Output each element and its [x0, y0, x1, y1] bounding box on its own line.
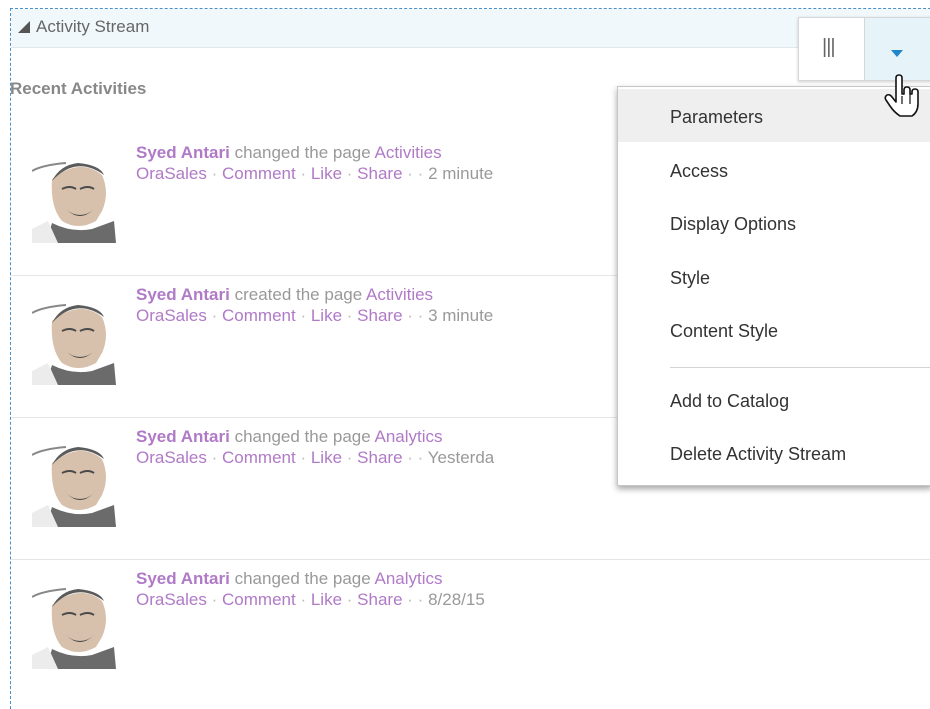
actions-dropdown-button[interactable] [865, 18, 930, 80]
activity-summary: Syed Antari changed the page Analytics [136, 427, 443, 447]
app-link[interactable]: OraSales [136, 448, 207, 467]
activity-time: 3 minute [428, 306, 494, 325]
share-link[interactable]: Share [357, 448, 402, 467]
menu-item-display-options[interactable]: Display Options [618, 196, 930, 249]
activity-item: Syed Antari changed the page Analytics O… [11, 559, 930, 701]
share-link[interactable]: Share [357, 306, 402, 325]
region-actions-menu: Parameters Access Display Options Style … [617, 86, 930, 486]
app-link[interactable]: OraSales [136, 306, 207, 325]
activity-action: changed the page [234, 427, 371, 446]
columns-icon: ||| [822, 36, 836, 58]
separator: · [211, 164, 218, 183]
activity-meta: OraSales · Comment · Like · Share · · 2 … [136, 164, 493, 184]
activity-target-link[interactable]: Activities [375, 143, 442, 162]
separator: · [300, 306, 307, 325]
menu-item-style[interactable]: Style [618, 250, 930, 303]
author-link[interactable]: Syed Antari [136, 143, 230, 162]
separator: · [300, 164, 307, 183]
activity-summary: Syed Antari changed the page Analytics [136, 569, 443, 589]
separator: · [211, 448, 218, 467]
share-link[interactable]: Share [357, 164, 402, 183]
menu-item-delete-activity-stream[interactable]: Delete Activity Stream [618, 426, 930, 479]
menu-item-access[interactable]: Access [618, 143, 930, 196]
separator: · · [407, 164, 424, 183]
activity-summary: Syed Antari created the page Activities [136, 285, 433, 305]
avatar [32, 577, 116, 669]
separator: · [300, 448, 307, 467]
menu-item-label: Display Options [670, 214, 797, 234]
share-link[interactable]: Share [357, 590, 402, 609]
activity-time: 8/28/15 [428, 590, 485, 609]
separator: · · [407, 306, 424, 325]
activity-target-link[interactable]: Analytics [375, 427, 443, 446]
like-link[interactable]: Like [311, 306, 342, 325]
author-link[interactable]: Syed Antari [136, 569, 230, 588]
menu-item-add-to-catalog[interactable]: Add to Catalog [618, 373, 930, 426]
avatar [32, 293, 116, 385]
like-link[interactable]: Like [311, 590, 342, 609]
author-link[interactable]: Syed Antari [136, 427, 230, 446]
separator: · [346, 306, 353, 325]
separator: · · [407, 448, 424, 467]
activity-meta: OraSales · Comment · Like · Share · · 3 … [136, 306, 493, 326]
activity-target-link[interactable]: Analytics [375, 569, 443, 588]
comment-link[interactable]: Comment [222, 448, 296, 467]
section-title: Recent Activities [10, 79, 147, 98]
author-link[interactable]: Syed Antari [136, 285, 230, 304]
separator: · [346, 164, 353, 183]
avatar [32, 435, 116, 527]
separator: · [211, 306, 218, 325]
comment-link[interactable]: Comment [222, 164, 296, 183]
hand-cursor-icon [884, 74, 919, 117]
like-link[interactable]: Like [311, 164, 342, 183]
like-link[interactable]: Like [311, 448, 342, 467]
activity-time: Yesterda [427, 448, 495, 467]
menu-item-label: Style [670, 268, 711, 288]
activity-time: 2 minute [428, 164, 494, 183]
separator: · [300, 590, 307, 609]
comment-link[interactable]: Comment [222, 590, 296, 609]
app-link[interactable]: OraSales [136, 590, 207, 609]
avatar [32, 151, 116, 243]
menu-item-content-style[interactable]: Content Style [618, 303, 930, 356]
menu-divider [670, 367, 930, 368]
separator: · · [407, 590, 424, 609]
region-title: Activity Stream [36, 17, 150, 36]
menu-item-label: Access [670, 161, 729, 181]
columns-button[interactable]: ||| [799, 18, 865, 80]
activity-action: changed the page [234, 143, 371, 162]
menu-item-label: Content Style [670, 321, 779, 341]
menu-item-label: Delete Activity Stream [670, 444, 847, 464]
menu-item-label: Parameters [670, 107, 764, 127]
activity-meta: OraSales · Comment · Like · Share · · Ye… [136, 448, 494, 468]
activity-action: created the page [234, 285, 363, 304]
app-link[interactable]: OraSales [136, 164, 207, 183]
separator: · [346, 590, 353, 609]
region-toolbar: ||| [798, 17, 930, 81]
collapse-triangle-icon[interactable] [17, 20, 31, 34]
separator: · [211, 590, 218, 609]
separator: · [346, 448, 353, 467]
activity-summary: Syed Antari changed the page Activities [136, 143, 442, 163]
activity-action: changed the page [234, 569, 371, 588]
dropdown-arrow-icon [891, 50, 903, 57]
comment-link[interactable]: Comment [222, 306, 296, 325]
menu-item-label: Add to Catalog [670, 391, 790, 411]
activity-target-link[interactable]: Activities [366, 285, 433, 304]
activity-meta: OraSales · Comment · Like · Share · · 8/… [136, 590, 485, 610]
